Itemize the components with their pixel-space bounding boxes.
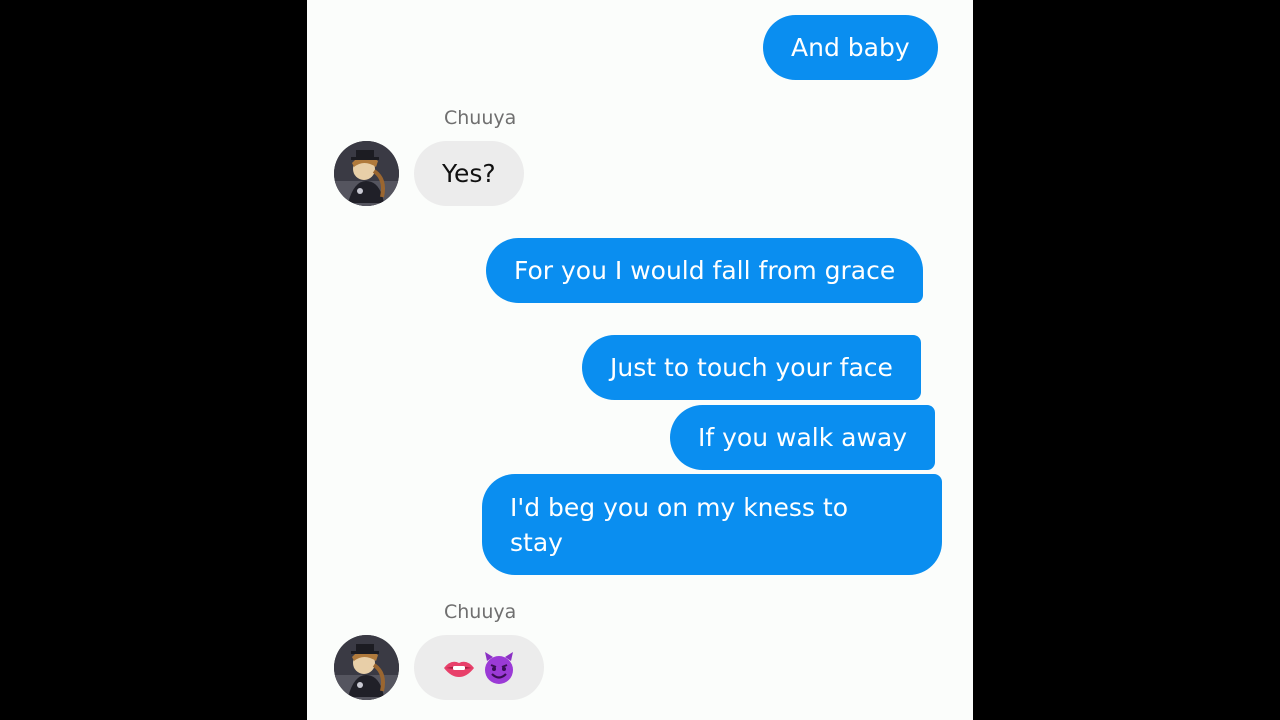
- message-text: And baby: [791, 33, 910, 62]
- letterbox-right: [973, 0, 1280, 720]
- emoji-row: [442, 651, 516, 685]
- message-text: For you I would fall from grace: [514, 256, 896, 285]
- avatar-image-icon: [334, 635, 399, 700]
- smiling-devil-icon: [485, 651, 513, 684]
- message-bubble-outgoing[interactable]: For you I would fall from grace: [486, 238, 924, 303]
- sender-name: Chuuya: [444, 107, 517, 129]
- message-bubble-outgoing[interactable]: Just to touch your face: [582, 335, 921, 400]
- biting-lip-icon: [444, 661, 474, 677]
- message-bubble-incoming[interactable]: Yes?: [414, 141, 524, 206]
- sender-name: Chuuya: [444, 601, 517, 623]
- avatar[interactable]: [334, 635, 399, 700]
- message-text-line-2: stay: [510, 527, 563, 557]
- message-text: Just to touch your face: [610, 353, 893, 382]
- chat-thread[interactable]: And baby Chuuya Yes? For you I would fal…: [307, 0, 973, 720]
- letterbox-left: [0, 0, 307, 720]
- message-bubble-outgoing[interactable]: And baby: [763, 15, 938, 80]
- message-bubble-outgoing[interactable]: If you walk away: [670, 405, 936, 470]
- avatar-image-icon: [334, 141, 399, 206]
- message-bubble-incoming[interactable]: [414, 635, 544, 700]
- message-bubble-outgoing[interactable]: I'd beg you on my kness to stay: [482, 474, 942, 575]
- message-text: If you walk away: [698, 423, 908, 452]
- message-text: Yes?: [442, 159, 496, 188]
- message-text-line-1: I'd beg you on my kness to: [510, 492, 848, 522]
- avatar[interactable]: [334, 141, 399, 206]
